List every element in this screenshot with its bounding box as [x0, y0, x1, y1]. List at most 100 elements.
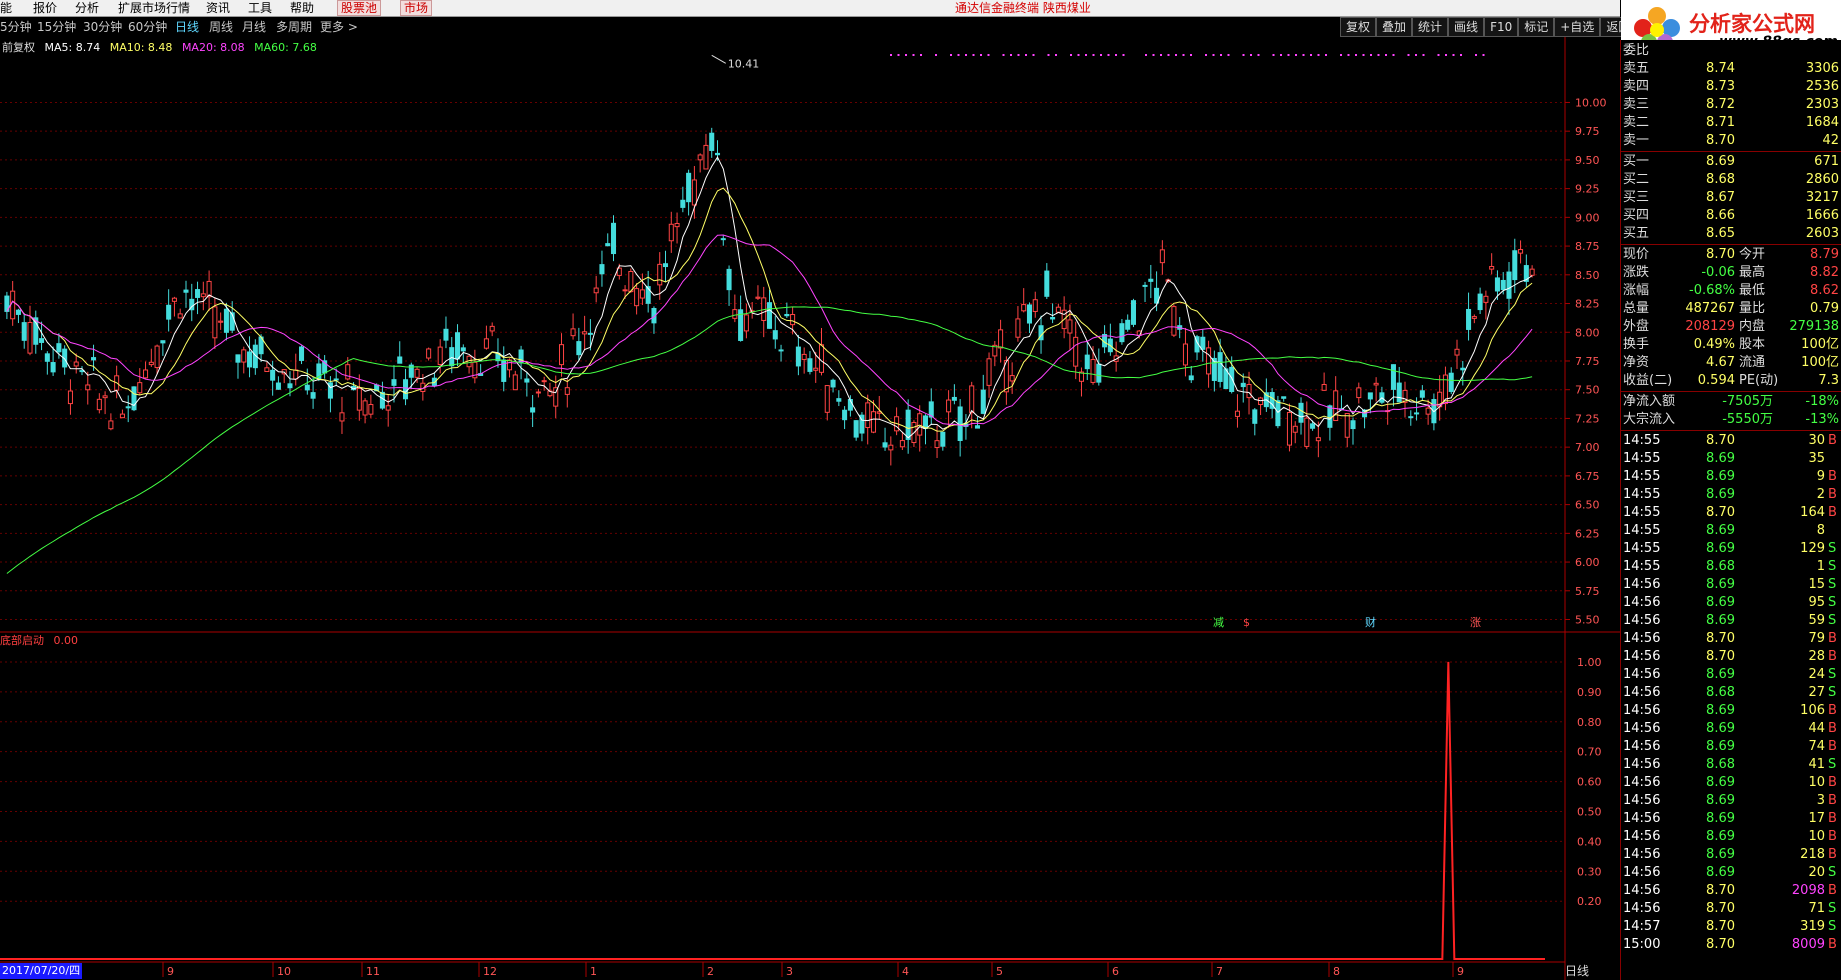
tool-overlay-button[interactable]: 叠加	[1376, 17, 1413, 37]
candle-body	[697, 154, 703, 161]
candle-body	[293, 369, 299, 380]
trade-side: B	[1828, 829, 1837, 844]
tool-f10-button[interactable]: F10	[1484, 17, 1519, 37]
stat-label: 净资	[1623, 355, 1650, 370]
price-tick-label: 7.25	[1575, 412, 1600, 425]
signal-dot	[1452, 54, 1455, 56]
bottom-period-label[interactable]: 日线	[1565, 962, 1589, 979]
period-30m[interactable]: 30分钟	[83, 19, 122, 35]
period-60m[interactable]: 60分钟	[128, 19, 167, 35]
candle-body	[218, 320, 224, 323]
trade-volume: 71	[1808, 901, 1825, 916]
signal-dot	[1025, 54, 1027, 56]
signal-dot	[1475, 54, 1477, 56]
trade-volume: 10	[1808, 829, 1825, 844]
signal-dot	[1212, 54, 1215, 56]
signal-dot	[1460, 54, 1462, 56]
sell-label: 卖二	[1623, 115, 1650, 130]
buy-price: 8.68	[1706, 172, 1735, 187]
signal-dot	[1032, 54, 1035, 56]
candle-body	[460, 347, 466, 352]
candle-body	[628, 271, 634, 293]
candle-body	[223, 308, 229, 333]
candle-body	[1171, 306, 1177, 336]
signal-dot	[1287, 54, 1290, 56]
trade-row: 14:56 8.69 3 B	[1621, 792, 1841, 810]
trade-row: 15:00 8.70 8009 B	[1621, 936, 1841, 954]
stat-value: 8.70	[1706, 247, 1735, 262]
panel-divider	[1621, 244, 1841, 245]
stat-label-2: 最高	[1739, 265, 1766, 280]
period-15m[interactable]: 15分钟	[37, 19, 76, 35]
menu-item-help[interactable]: 帮助	[290, 0, 314, 16]
sell-row-3: 卖二 8.71 1684	[1621, 114, 1841, 132]
market-button[interactable]: 市场	[400, 0, 433, 16]
candle-body	[1419, 390, 1425, 398]
candle-body	[974, 425, 981, 429]
candle-body	[1477, 293, 1483, 311]
panel-divider	[1621, 430, 1841, 431]
stat-label: 涨幅	[1623, 283, 1650, 298]
trade-volume: 79	[1808, 631, 1825, 646]
tool-draw-button[interactable]: 画线	[1448, 17, 1485, 37]
period-5m[interactable]: 5分钟	[0, 19, 32, 35]
candle-body	[85, 384, 91, 391]
candle-body	[426, 348, 432, 359]
trade-time: 14:55	[1623, 433, 1661, 448]
high-marker-line	[711, 54, 726, 64]
menu-item-quote[interactable]: 报价	[33, 0, 57, 16]
trade-volume: 30	[1808, 433, 1825, 448]
tool-fq-button[interactable]: 复权	[1340, 17, 1377, 37]
candle-body	[160, 340, 166, 344]
stat-label-2: 今开	[1739, 247, 1766, 262]
stat-value: 487267	[1685, 301, 1735, 316]
tool-stats-button[interactable]: 统计	[1412, 17, 1449, 37]
trade-side: S	[1828, 541, 1837, 556]
candle-body	[1206, 347, 1212, 375]
candle-body	[27, 321, 33, 354]
buy-volume: 2603	[1805, 226, 1839, 241]
candle-body	[888, 444, 894, 451]
signal-dot	[897, 54, 900, 56]
period-day[interactable]: 日线	[175, 19, 199, 35]
trade-price: 8.70	[1706, 901, 1735, 916]
period-multi[interactable]: 多周期	[276, 19, 312, 35]
tool-mark-button[interactable]: 标记	[1518, 17, 1555, 37]
signal-dot	[1302, 54, 1305, 56]
menu-item-analysis[interactable]: 分析	[75, 0, 99, 16]
candle-body	[91, 357, 97, 361]
menu-item-news[interactable]: 资讯	[206, 0, 230, 16]
period-more[interactable]: 更多 >	[320, 19, 358, 35]
stock-pool-button[interactable]: 股票池	[337, 0, 382, 16]
trade-volume: 1	[1816, 559, 1825, 574]
period-week[interactable]: 周线	[209, 19, 233, 35]
tool-watchlist-button[interactable]: +自选	[1554, 17, 1601, 37]
candle-body	[882, 442, 888, 448]
kline-chart[interactable]: 10.009.759.509.259.008.758.508.258.007.7…	[0, 37, 1620, 980]
signal-dot	[912, 54, 915, 56]
trade-time: 14:56	[1623, 757, 1661, 772]
candle-body	[1246, 383, 1252, 399]
signal-dot	[1077, 54, 1080, 56]
buy-row-3: 买四 8.66 1666	[1621, 207, 1841, 225]
signal-dot	[957, 54, 960, 56]
menu-item-tools[interactable]: 工具	[248, 0, 272, 16]
trade-volume: 74	[1808, 739, 1825, 754]
candle-body	[1055, 306, 1061, 313]
candle-body	[524, 378, 530, 383]
stat-row-3: 总量 487267 量比 0.79	[1621, 300, 1841, 318]
signal-dot	[1047, 54, 1050, 56]
trade-price: 8.69	[1706, 739, 1735, 754]
signal-dot	[972, 54, 975, 56]
signal-dot	[1107, 54, 1110, 56]
candle-body	[772, 330, 778, 340]
candle-body	[980, 389, 986, 414]
candle-body	[582, 331, 588, 335]
candle-body	[818, 344, 825, 373]
candle-body	[1026, 304, 1033, 324]
period-month[interactable]: 月线	[242, 19, 266, 35]
menu-item-ext-market[interactable]: 扩展市场行情	[118, 0, 190, 16]
price-tick-label: 10.00	[1575, 96, 1607, 109]
candle-body	[443, 328, 449, 341]
menu-item-0[interactable]: 能	[0, 0, 12, 16]
